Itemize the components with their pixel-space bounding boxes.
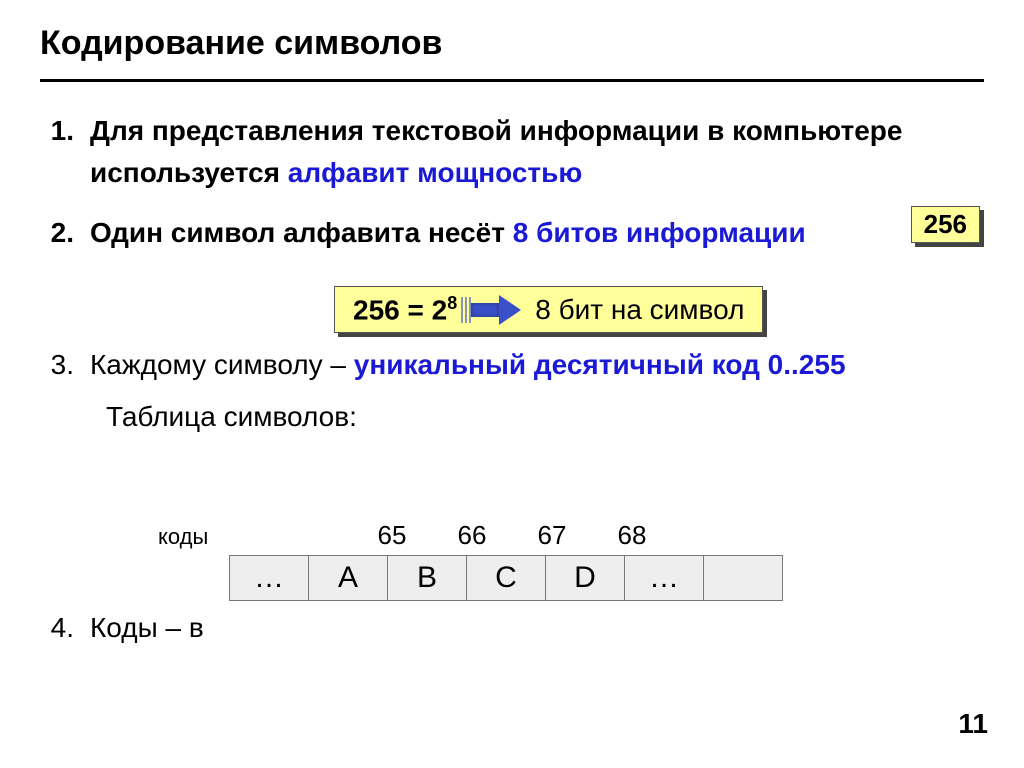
item-number: 4. [40,612,90,644]
item-text: Один символ алфавита несёт 8 битов инфор… [90,212,984,254]
bullet-list: 1. Для представления текстовой информаци… [40,110,984,438]
char-row: … A B C D … [230,555,870,601]
equation: 256 = 28 [353,293,457,326]
list-item-3: 3. Каждому символу – уникальный десятичн… [40,344,984,386]
codes-block: коды 65 66 67 68 … A B C D … [170,520,870,601]
item-number: 2. [40,212,90,254]
code-value: 66 [432,520,512,551]
char-cell: D [545,555,625,601]
callout-after: 8 бит на символ [535,294,744,326]
list-item-1: 1. Для представления текстовой информаци… [40,110,984,194]
eq-base: 256 = 2 [353,294,447,325]
code-value: 65 [352,520,432,551]
code-value: 67 [512,520,592,551]
item-text: Коды – в [90,612,204,644]
slide: Кодирование символов 1. Для представлени… [0,0,1024,768]
item-highlight: алфавит мощностью [288,157,582,188]
item-highlight: уникальный десятичный код 0..255 [354,349,846,380]
slide-title: Кодирование символов [40,24,984,63]
item-highlight: 8 битов информации [513,217,806,248]
arrow-icon [471,297,521,323]
item-text: Для представления текстовой информации в… [90,110,984,194]
char-cell: C [466,555,546,601]
table-caption: Таблица символов: [106,396,984,438]
title-divider [40,79,984,82]
char-cell [703,555,783,601]
item-number: 3. [40,344,90,386]
char-cell: … [624,555,704,601]
page-number: 11 [958,708,988,740]
item-text: Каждому символу – уникальный десятичный … [90,344,984,386]
code-value: 68 [592,520,672,551]
list-item-2: 2. Один символ алфавита несёт 8 битов ин… [40,212,984,254]
list-item-4: 4. Коды – в [40,612,204,644]
item-number: 1. [40,110,90,194]
badge-256: 256 [911,206,980,243]
codes-label: коды [158,524,208,550]
char-cell: … [229,555,309,601]
item-plain: Каждому символу – [90,349,354,380]
callout-formula: 256 = 28 8 бит на символ [334,286,763,333]
item-plain: Один символ алфавита несёт [90,217,513,248]
codes-row: 65 66 67 68 [352,520,870,551]
char-cell: B [387,555,467,601]
char-cell: A [308,555,388,601]
eq-exponent: 8 [447,293,457,313]
